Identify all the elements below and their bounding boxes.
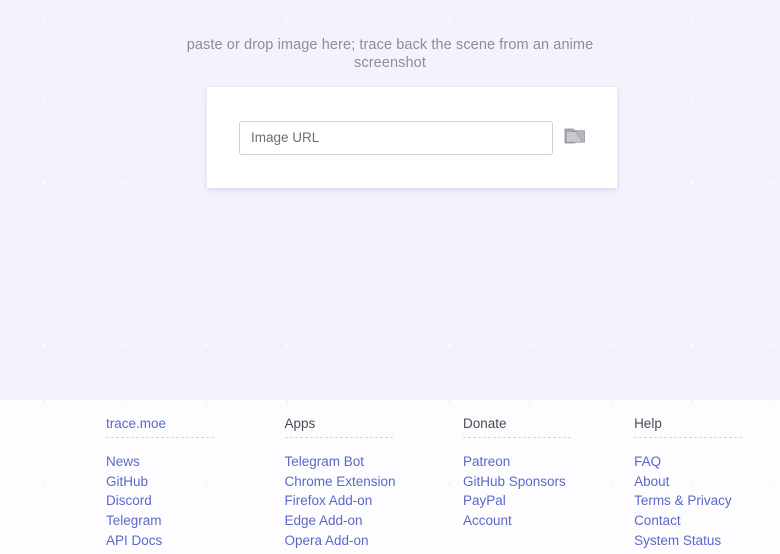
footer-links-apps: Telegram Bot Chrome Extension Firefox Ad…: [285, 452, 464, 551]
footer-link-paypal[interactable]: PayPal: [463, 491, 634, 511]
footer-link-discord[interactable]: Discord: [106, 491, 285, 511]
drop-hint-text: paste or drop image here; trace back the…: [186, 37, 594, 71]
footer-link-telegram[interactable]: Telegram: [106, 511, 285, 531]
footer-link-api-docs[interactable]: API Docs: [106, 531, 285, 551]
footer-link-terms-privacy[interactable]: Terms & Privacy: [634, 491, 780, 511]
footer-link-about[interactable]: About: [634, 472, 780, 492]
footer-heading-apps: Apps: [284, 416, 393, 438]
footer-link-firefox-addon[interactable]: Firefox Add-on: [285, 491, 464, 511]
footer-link-github[interactable]: GitHub: [106, 472, 285, 492]
url-input-row: [239, 120, 587, 155]
footer-link-opera-addon[interactable]: Opera Add-on: [285, 531, 464, 551]
footer-link-news[interactable]: News: [106, 452, 285, 472]
footer-link-system-status[interactable]: System Status: [634, 531, 780, 551]
footer-link-github-sponsors[interactable]: GitHub Sponsors: [463, 472, 634, 492]
footer-column-apps: Apps Telegram Bot Chrome Extension Firef…: [284, 416, 464, 551]
footer-heading-donate: Donate: [463, 416, 571, 438]
footer-column-donate: Donate Patreon GitHub Sponsors PayPal Ac…: [463, 416, 634, 551]
image-url-input[interactable]: [239, 120, 554, 155]
footer-heading-help: Help: [634, 416, 743, 438]
site-footer: trace.moe News GitHub Discord Telegram A…: [0, 400, 780, 554]
footer-link-account[interactable]: Account: [463, 511, 634, 531]
hero-dropzone[interactable]: paste or drop image here; trace back the…: [0, 0, 780, 400]
footer-columns: trace.moe News GitHub Discord Telegram A…: [106, 416, 780, 551]
upload-card: [207, 87, 617, 188]
footer-link-telegram-bot[interactable]: Telegram Bot: [285, 452, 464, 472]
footer-column-tracemoe: trace.moe News GitHub Discord Telegram A…: [106, 416, 285, 551]
footer-link-faq[interactable]: FAQ: [634, 452, 780, 472]
footer-link-patreon[interactable]: Patreon: [463, 452, 634, 472]
file-picker-button[interactable]: [562, 123, 587, 153]
footer-links-donate: Patreon GitHub Sponsors PayPal Account: [463, 452, 634, 531]
footer-link-chrome-extension[interactable]: Chrome Extension: [285, 472, 464, 492]
folder-icon: [564, 126, 586, 149]
footer-column-help: Help FAQ About Terms & Privacy Contact S…: [634, 416, 780, 551]
footer-link-edge-addon[interactable]: Edge Add-on: [285, 511, 464, 531]
footer-links-tracemoe: News GitHub Discord Telegram API Docs: [106, 452, 285, 551]
footer-links-help: FAQ About Terms & Privacy Contact System…: [634, 452, 780, 551]
footer-heading-tracemoe[interactable]: trace.moe: [106, 416, 214, 438]
footer-link-contact[interactable]: Contact: [634, 511, 780, 531]
